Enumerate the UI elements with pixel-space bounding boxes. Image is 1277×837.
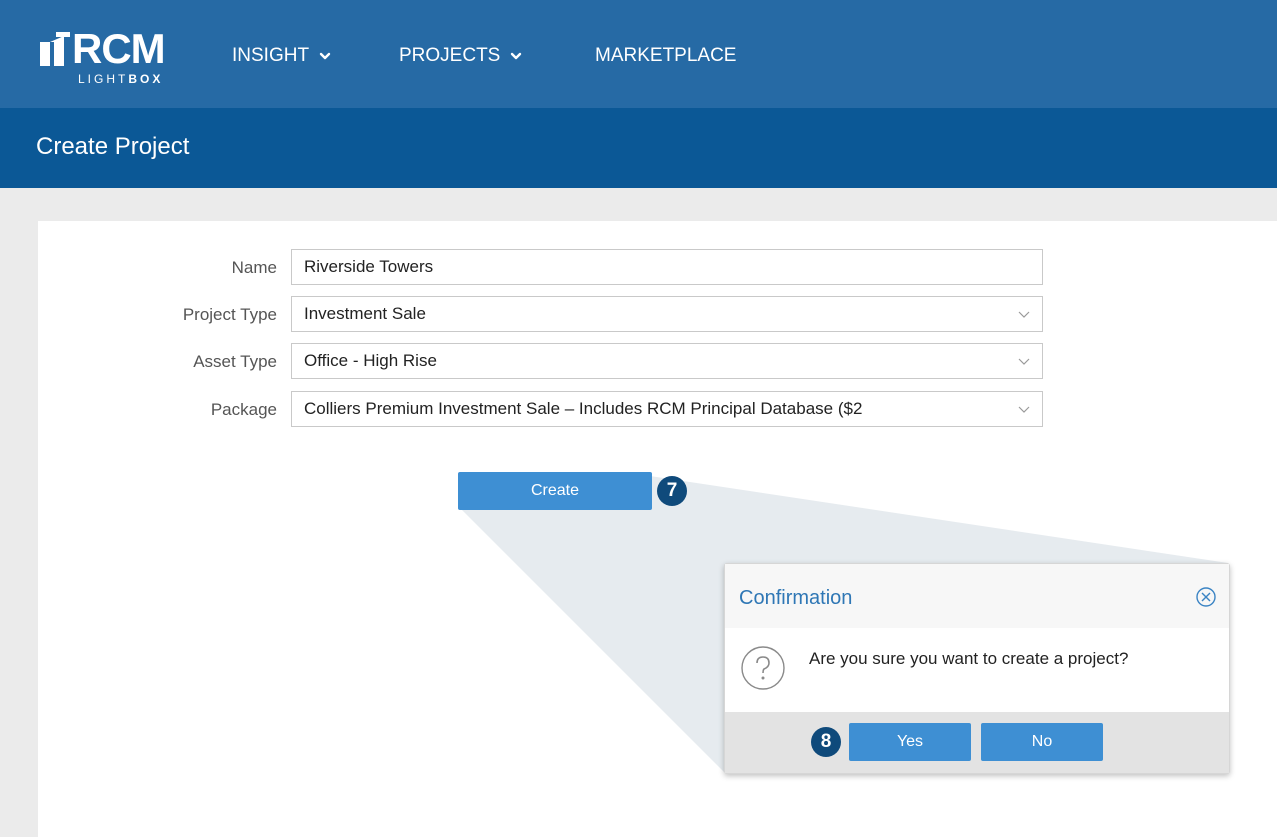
nav-marketplace-label: MARKETPLACE (595, 45, 737, 66)
name-input-value: Riverside Towers (304, 257, 434, 276)
dialog-header: Confirmation (725, 564, 1229, 628)
asset-type-row: Asset Type Office - High Rise (38, 343, 1277, 381)
close-icon[interactable] (1195, 586, 1217, 608)
project-type-value: Investment Sale (304, 304, 426, 323)
page-title: Create Project (36, 133, 190, 160)
page-title-bar: Create Project (0, 108, 1277, 188)
asset-type-value: Office - High Rise (304, 351, 437, 370)
rcm-lightbox-logo[interactable]: RCM LIGHTBOX (40, 26, 180, 90)
package-label: Package (210, 400, 277, 419)
project-type-select[interactable]: Investment Sale (291, 296, 1043, 332)
logo-mark-icon (40, 32, 70, 66)
project-type-label: Project Type (182, 305, 277, 324)
top-navigation: RCM LIGHTBOX INSIGHT PROJECTS MARKETPLAC… (0, 0, 1277, 108)
chevron-down-icon (511, 52, 522, 60)
package-value: Colliers Premium Investment Sale – Inclu… (304, 399, 863, 418)
step-badge-create: 7 (657, 476, 687, 506)
project-type-row: Project Type Investment Sale (38, 296, 1277, 334)
question-icon (741, 646, 785, 690)
dialog-body: Are you sure you want to create a projec… (725, 628, 1229, 712)
nav-projects-label: PROJECTS (399, 45, 501, 66)
asset-type-select[interactable]: Office - High Rise (291, 343, 1043, 379)
logo-subtext: LIGHTBOX (78, 72, 164, 86)
no-button[interactable]: No (981, 723, 1103, 761)
asset-type-label: Asset Type (193, 352, 277, 371)
dialog-message: Are you sure you want to create a projec… (809, 649, 1129, 668)
nav-marketplace[interactable]: MARKETPLACE (595, 44, 736, 68)
create-button[interactable]: Create (458, 472, 652, 510)
logo-text: RCM (72, 25, 166, 72)
step-badge-yes: 8 (811, 727, 841, 757)
dialog-footer: 8 Yes No (725, 712, 1229, 773)
yes-button[interactable]: Yes (849, 723, 971, 761)
chevron-down-icon (1018, 358, 1030, 365)
package-select[interactable]: Colliers Premium Investment Sale – Inclu… (291, 391, 1043, 427)
name-label: Name (231, 258, 277, 277)
name-row: Name Riverside Towers (38, 249, 1277, 287)
nav-insight[interactable]: INSIGHT (232, 44, 331, 68)
chevron-down-icon (1018, 311, 1030, 318)
confirmation-dialog: Confirmation Are you sure you want to cr… (724, 563, 1230, 774)
dialog-title: Confirmation (739, 587, 853, 609)
name-input[interactable]: Riverside Towers (291, 249, 1043, 285)
package-row: Package Colliers Premium Investment Sale… (38, 391, 1277, 429)
nav-projects[interactable]: PROJECTS (399, 44, 522, 68)
chevron-down-icon (1018, 406, 1030, 413)
nav-insight-label: INSIGHT (232, 45, 310, 66)
chevron-down-icon (319, 52, 331, 60)
